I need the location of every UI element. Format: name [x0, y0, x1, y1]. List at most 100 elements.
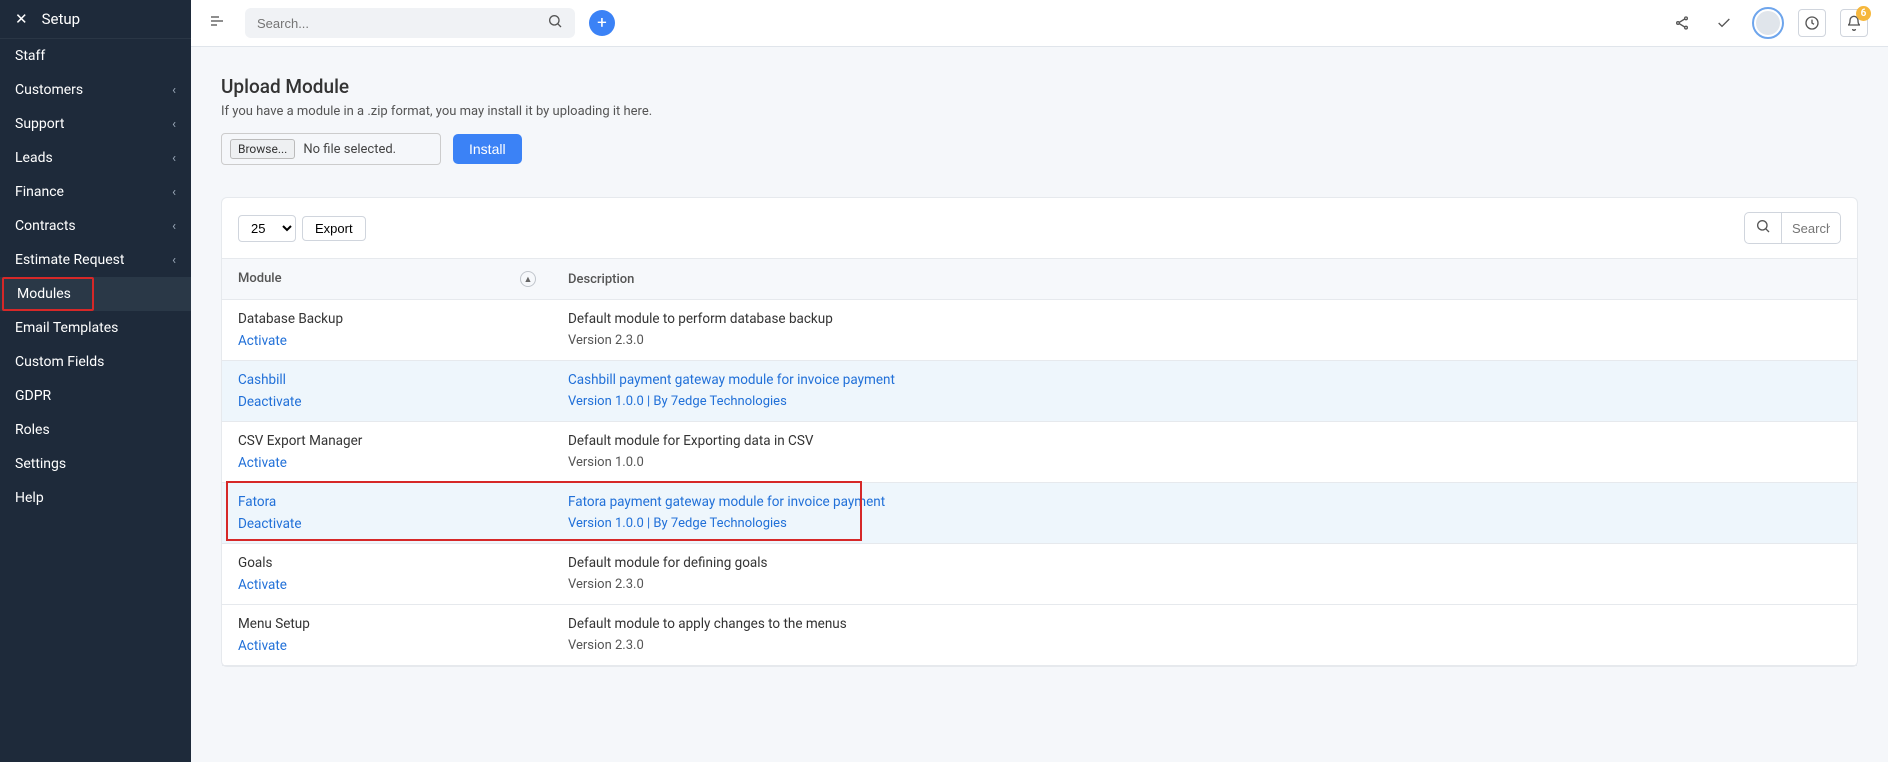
module-version: Version 1.0.0 — [568, 455, 1841, 470]
activate-link[interactable]: Activate — [238, 333, 536, 349]
table-search-icon[interactable] — [1745, 213, 1782, 243]
avatar[interactable] — [1752, 7, 1784, 39]
sort-asc-icon: ▲ — [520, 271, 536, 287]
col-description[interactable]: Description — [552, 259, 1857, 300]
chevron-left-icon: ‹ — [172, 219, 176, 234]
col-module[interactable]: Module ▲ — [222, 259, 552, 300]
module-description: Default module to apply changes to the m… — [568, 616, 1841, 632]
module-description: Default module for Exporting data in CSV — [568, 433, 1841, 449]
deactivate-link[interactable]: Deactivate — [238, 394, 536, 410]
module-name[interactable]: Fatora — [238, 494, 536, 510]
module-cell: Menu SetupActivate — [222, 605, 552, 666]
module-version: Version 2.3.0 — [568, 638, 1841, 653]
upload-row: Browse... No file selected. Install — [221, 133, 1858, 165]
description-cell: Default module for Exporting data in CSV… — [552, 422, 1857, 483]
sidebar-item-settings[interactable]: Settings — [0, 447, 191, 481]
table-search-input[interactable] — [1782, 216, 1840, 241]
table-row: Fatora Deactivate Fatora payment gateway m… — [222, 483, 1857, 544]
module-version: Version 1.0.0 | By 7edge Technologies — [568, 516, 1841, 531]
sidebar-item-estimate-request[interactable]: Estimate Request ‹ — [0, 243, 191, 277]
close-icon[interactable]: ✕ — [15, 10, 28, 28]
sidebar-item-label: Settings — [15, 456, 66, 472]
sidebar-item-modules[interactable]: Modules — [0, 277, 191, 311]
sidebar-item-email-templates[interactable]: Email Templates — [0, 311, 191, 345]
sidebar-item-staff[interactable]: Staff — [0, 39, 191, 73]
sidebar-item-customers[interactable]: Customers ‹ — [0, 73, 191, 107]
module-name[interactable]: Cashbill — [238, 372, 536, 388]
sidebar-item-label: Leads — [15, 150, 53, 166]
sidebar-item-label: GDPR — [15, 388, 51, 404]
description-cell: Cashbill payment gateway module for invo… — [552, 361, 1857, 422]
add-button[interactable]: + — [589, 10, 615, 36]
share-icon[interactable] — [1668, 9, 1696, 37]
sidebar-item-label: Customers — [15, 82, 83, 98]
description-cell: Default module to apply changes to the m… — [552, 605, 1857, 666]
sidebar-item-help[interactable]: Help — [0, 481, 191, 515]
export-button[interactable]: Export — [302, 216, 366, 241]
module-cell: Cashbill Deactivate — [222, 361, 552, 422]
clock-icon[interactable] — [1798, 9, 1826, 37]
sidebar-item-contracts[interactable]: Contracts ‹ — [0, 209, 191, 243]
table-row: Menu SetupActivate Default module to appl… — [222, 605, 1857, 666]
chevron-left-icon: ‹ — [172, 117, 176, 132]
activate-link[interactable]: Activate — [238, 577, 536, 593]
sidebar-item-label: Email Templates — [15, 320, 118, 336]
table-row: CSV Export Manager Activate Default module… — [222, 422, 1857, 483]
table-row: Database Backup Activate Default module to… — [222, 300, 1857, 361]
sidebar-item-support[interactable]: Support‹ — [0, 107, 191, 141]
sidebar-item-label: Help — [15, 490, 44, 506]
file-input[interactable]: Browse... No file selected. — [221, 133, 441, 165]
table-row: GoalsActivateDefault module for defining… — [222, 544, 1857, 605]
description-cell: Default module for defining goals Version… — [552, 544, 1857, 605]
notification-badge: 6 — [1856, 6, 1871, 21]
file-label: No file selected. — [303, 142, 396, 157]
chevron-left-icon: ‹ — [172, 83, 176, 98]
sidebar-item-label: Roles — [15, 422, 50, 438]
install-button[interactable]: Install — [453, 134, 522, 164]
sidebar-item-label: Estimate Request — [15, 252, 125, 268]
module-description: Fatora payment gateway module for invoic… — [568, 494, 1841, 510]
sidebar-header: ✕ Setup — [0, 0, 191, 39]
global-search[interactable] — [245, 8, 575, 38]
module-name: Database Backup — [238, 311, 536, 327]
main-content: Upload Module If you have a module in a … — [191, 47, 1888, 762]
table-search — [1744, 212, 1841, 244]
bell-icon[interactable]: 6 — [1840, 9, 1868, 37]
description-cell: Fatora payment gateway module for invoic… — [552, 483, 1857, 544]
module-cell: GoalsActivate — [222, 544, 552, 605]
module-description: Default module for defining goals — [568, 555, 1841, 571]
page-title: Upload Module — [221, 75, 1858, 98]
sidebar-item-label: Finance — [15, 184, 64, 200]
activate-link[interactable]: Activate — [238, 638, 536, 654]
deactivate-link[interactable]: Deactivate — [238, 516, 536, 532]
check-icon[interactable] — [1710, 9, 1738, 37]
module-version: Version 1.0.0 | By 7edge Technologies — [568, 394, 1841, 409]
page-size-select[interactable]: 25 — [238, 215, 296, 242]
description-cell: Default module to perform database backu… — [552, 300, 1857, 361]
search-input[interactable] — [257, 16, 547, 31]
sidebar-item-label: Contracts — [15, 218, 76, 234]
module-name: CSV Export Manager — [238, 433, 536, 449]
menu-toggle-icon[interactable] — [203, 9, 231, 37]
sidebar-item-roles[interactable]: Roles — [0, 413, 191, 447]
browse-button[interactable]: Browse... — [230, 139, 295, 159]
sidebar-item-leads[interactable]: Leads ‹ — [0, 141, 191, 175]
card-toolbar: 25 Export — [222, 198, 1857, 258]
module-version: Version 2.3.0 — [568, 577, 1841, 592]
sidebar-title: Setup — [42, 10, 80, 28]
table-row: Cashbill Deactivate Cashbill payment gatew… — [222, 361, 1857, 422]
sidebar-item-label: Custom Fields — [15, 354, 104, 370]
search-icon[interactable] — [547, 13, 563, 33]
chevron-left-icon: ‹ — [172, 151, 176, 166]
modules-card: 25 Export Module ▲ Descript — [221, 197, 1858, 667]
activate-link[interactable]: Activate — [238, 455, 536, 471]
module-cell: Fatora Deactivate — [222, 483, 552, 544]
module-cell: CSV Export Manager Activate — [222, 422, 552, 483]
sidebar-item-gdpr[interactable]: GDPR — [0, 379, 191, 413]
topbar-right: 6 — [1668, 7, 1868, 39]
chevron-left-icon: ‹ — [172, 253, 176, 268]
sidebar: ✕ Setup StaffCustomers‹Support‹Leads‹Fin… — [0, 0, 191, 762]
sidebar-item-custom-fields[interactable]: Custom Fields — [0, 345, 191, 379]
sidebar-item-finance[interactable]: Finance‹ — [0, 175, 191, 209]
modules-table: Module ▲ Description Database Backup Acti… — [222, 258, 1857, 666]
